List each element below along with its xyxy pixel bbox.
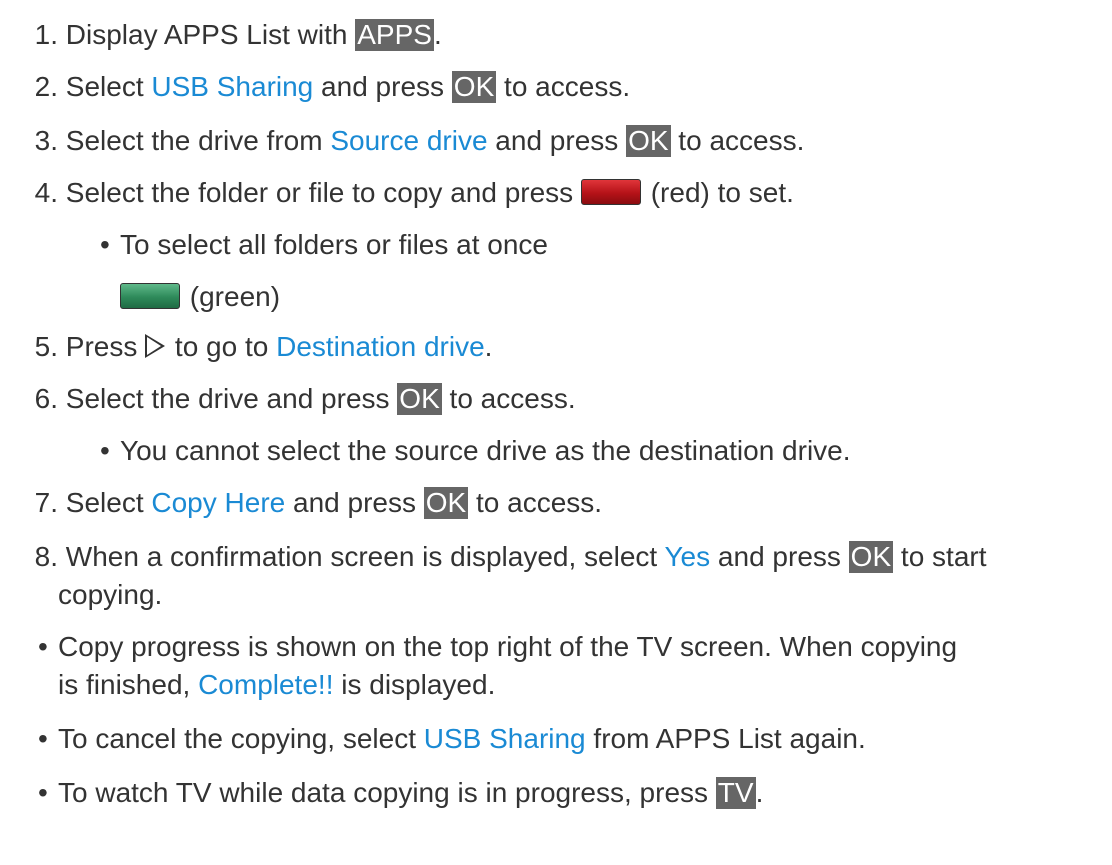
complete-link[interactable]: Complete!!: [198, 669, 333, 700]
step-number: 3.: [34, 125, 58, 156]
step-2: 2. Select USB Sharing and press OK to ac…: [0, 70, 630, 104]
usb-sharing-link[interactable]: USB Sharing: [151, 71, 313, 102]
step-text: to access.: [468, 487, 603, 518]
step-text: Display APPS List with: [65, 19, 356, 50]
step-number: 4.: [34, 177, 58, 208]
bullet: •: [38, 631, 48, 662]
note-1: • Copy progress is shown on the top right…: [38, 630, 957, 664]
note-2: • To cancel the copying, select USB Shari…: [38, 722, 866, 756]
note-text: Copy progress is shown on the top right …: [58, 631, 958, 662]
step-6-bullet: • You cannot select the source drive as t…: [100, 434, 851, 468]
green-button-icon: [120, 283, 180, 309]
step-text: Select the drive and press: [65, 383, 398, 414]
step-number: 5.: [34, 331, 58, 362]
ok-key: OK: [626, 125, 671, 157]
step-text: copying.: [58, 579, 163, 610]
step-text-end: .: [433, 19, 442, 50]
bullet: •: [100, 229, 110, 260]
green-button-line: (green): [120, 280, 280, 314]
step-text: and press: [313, 71, 452, 102]
bullet: •: [100, 435, 110, 466]
step-1: 1. Display APPS List with APPS.: [0, 18, 442, 52]
step-number: 8.: [34, 541, 58, 572]
step-number: 2.: [34, 71, 58, 102]
note-text: from APPS List again.: [585, 723, 866, 754]
step-6: 6. Select the drive and press OK to acce…: [0, 382, 576, 416]
bullet-text: You cannot select the source drive as th…: [120, 435, 851, 466]
step-4: 4. Select the folder or file to copy and…: [0, 176, 794, 210]
step-5: 5. Press to go to Destination drive.: [0, 330, 493, 364]
yes-link[interactable]: Yes: [664, 541, 710, 572]
step-text: and press: [487, 125, 627, 156]
step-text: to go to: [174, 331, 277, 362]
step-text: Select: [65, 71, 152, 102]
ok-key: OK: [451, 71, 497, 103]
step-text: Select: [65, 487, 152, 518]
ok-key: OK: [397, 383, 442, 415]
step-number: 6.: [34, 383, 58, 414]
ok-key: OK: [423, 487, 469, 519]
step-text: Select the drive from: [65, 125, 331, 156]
step-text: to access.: [441, 383, 576, 414]
note-text: To watch TV while data copying is in pro…: [58, 777, 716, 808]
copy-here-link[interactable]: Copy Here: [151, 487, 285, 518]
source-drive-link[interactable]: Source drive: [330, 125, 487, 156]
tv-key: TV: [715, 777, 756, 809]
green-text: (green): [189, 281, 281, 312]
right-arrow-icon: [145, 334, 166, 358]
note-text: To cancel the copying, select: [58, 723, 424, 754]
step-text: to start: [893, 541, 987, 572]
step-text: .: [484, 331, 493, 362]
note-3: • To watch TV while data copying is in pr…: [38, 776, 763, 810]
step-4-bullet: • To select all folders or files at once: [100, 228, 548, 262]
step-number: 1.: [34, 19, 58, 50]
usb-sharing-link[interactable]: USB Sharing: [424, 723, 586, 754]
step-text: to access.: [496, 71, 631, 102]
step-text: and press: [710, 541, 849, 572]
note-text: .: [755, 777, 764, 808]
step-8-continued: copying.: [58, 578, 162, 612]
step-text: to access.: [670, 125, 805, 156]
step-3: 3. Select the drive from Source drive an…: [0, 124, 804, 158]
note-text: is finished,: [58, 669, 199, 700]
destination-drive-link[interactable]: Destination drive: [276, 331, 485, 362]
step-number: 7.: [34, 487, 58, 518]
step-text: Press: [65, 331, 146, 362]
step-text: When a confirmation screen is displayed,…: [65, 541, 665, 572]
ok-key: OK: [848, 541, 894, 573]
bullet: •: [38, 723, 48, 754]
bullet: •: [38, 777, 48, 808]
step-8: 8. When a confirmation screen is display…: [0, 540, 987, 574]
red-button-icon: [580, 179, 641, 205]
step-text: Select the folder or file to copy and pr…: [65, 177, 581, 208]
step-text: and press: [285, 487, 424, 518]
apps-key: APPS: [355, 19, 434, 51]
note-1-continued: is finished, Complete!! is displayed.: [58, 668, 495, 702]
bullet-text: To select all folders or files at once: [120, 229, 548, 260]
note-text: is displayed.: [333, 669, 496, 700]
step-7: 7. Select Copy Here and press OK to acce…: [0, 486, 602, 520]
step-text: (red) to set.: [650, 177, 794, 208]
